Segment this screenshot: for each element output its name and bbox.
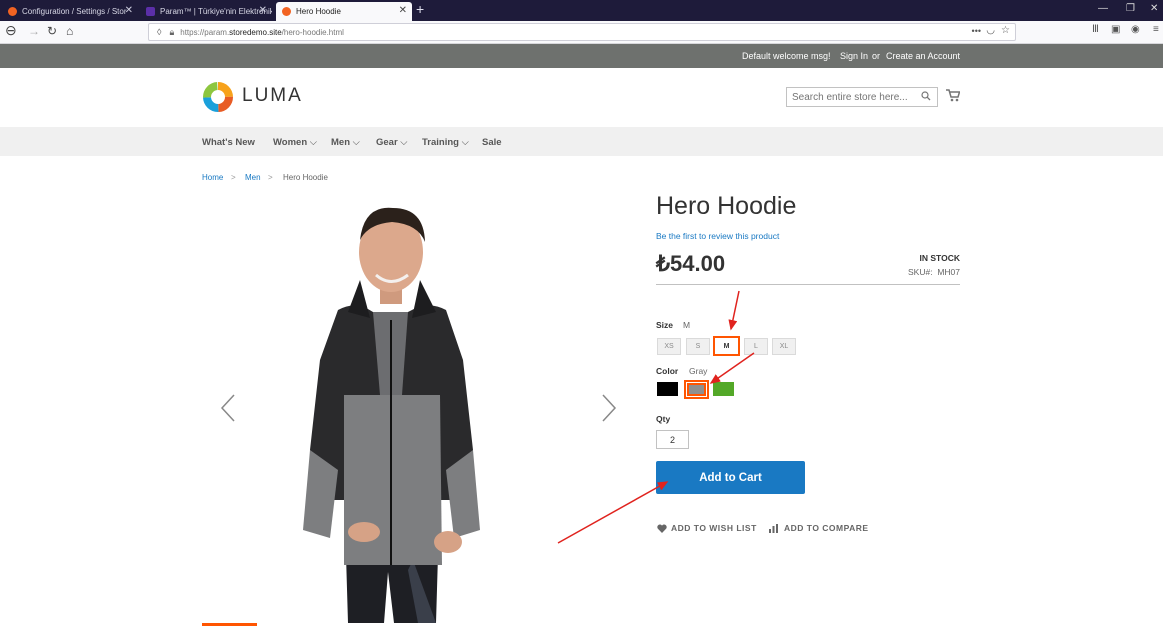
close-icon[interactable]: ✕	[125, 5, 133, 16]
nav-item-men[interactable]: Men ⌵	[331, 137, 360, 148]
size-selected-value: M	[683, 320, 691, 330]
tab-title: Configuration / Settings / Stor	[22, 7, 127, 16]
welcome-message: Default welcome msg!	[742, 51, 831, 61]
color-swatch-gray[interactable]	[684, 380, 709, 399]
sidebar-icon[interactable]: ▣	[1111, 24, 1120, 35]
nav-item-whats-new[interactable]: What's New	[202, 137, 255, 148]
url-text: https://param.storedemo.site/hero-hoodie…	[180, 27, 344, 37]
product-price: ₺54.00	[656, 251, 726, 276]
breadcrumb-men[interactable]: Men	[245, 173, 261, 182]
header-panel: Default welcome msg! Sign In or Create a…	[0, 44, 1163, 68]
magento-favicon-icon	[282, 7, 291, 16]
restore-icon[interactable]: ❐	[1126, 3, 1135, 14]
account-icon[interactable]: ◉	[1131, 24, 1140, 35]
size-swatch-l[interactable]: L	[744, 338, 768, 355]
browser-tab[interactable]: Configuration / Settings / Stor ✕	[2, 2, 138, 21]
chevron-down-icon: ⌵	[400, 137, 408, 148]
annotation-arrow-size	[728, 290, 740, 331]
chevron-down-icon: ⌵	[309, 137, 317, 148]
sign-in-link[interactable]: Sign In	[840, 51, 868, 61]
forward-icon[interactable]: →	[28, 24, 40, 38]
minimize-icon[interactable]: —	[1098, 3, 1108, 14]
divider	[656, 284, 960, 285]
close-icon[interactable]: ✕	[259, 5, 267, 16]
bookmark-star-icon[interactable]: ☆	[1001, 25, 1010, 36]
tab-title: Param™ | Türkiye'nin Elektronik	[160, 7, 272, 16]
lock-icon: 🔒︎	[169, 26, 175, 37]
page-actions-icon[interactable]: •••	[972, 26, 981, 36]
annotation-arrows	[557, 290, 755, 544]
url-bar[interactable]: ◊ 🔒︎ https://param.storedemo.site/hero-h…	[148, 23, 1016, 41]
size-swatch-xl[interactable]: XL	[772, 338, 796, 355]
annotation-arrow-color	[709, 352, 755, 384]
cart-icon[interactable]	[946, 89, 960, 102]
close-window-icon[interactable]: ✕	[1150, 3, 1158, 14]
stock-status: IN STOCK	[919, 253, 960, 263]
product-image[interactable]	[268, 200, 508, 623]
nav-item-training[interactable]: Training ⌵	[422, 137, 469, 148]
color-label: Color	[656, 366, 679, 376]
size-swatch-s[interactable]: S	[686, 338, 710, 355]
pocket-icon[interactable]: ◡	[986, 25, 995, 36]
back-icon[interactable]: ⊖	[5, 22, 17, 39]
create-account-link[interactable]: Create an Account	[886, 51, 960, 61]
gallery-prev-arrow-icon[interactable]	[218, 393, 238, 423]
add-to-cart-button[interactable]: Add to Cart	[656, 461, 805, 494]
nav-item-gear[interactable]: Gear ⌵	[376, 137, 408, 148]
browser-toolbar: ⊖ → ↻ ⌂ ◊ 🔒︎ https://param.storedemo.sit…	[0, 21, 1163, 44]
size-swatch-xs[interactable]: XS	[657, 338, 681, 355]
new-tab-icon[interactable]: +	[416, 1, 424, 17]
gallery-next-arrow-icon[interactable]	[599, 393, 619, 423]
sku: SKU#: MH07	[908, 267, 960, 277]
close-icon[interactable]: ✕	[399, 5, 407, 16]
browser-tab-active[interactable]: Hero Hoodie ✕	[276, 2, 412, 21]
heart-icon	[657, 524, 667, 533]
or-text: or	[872, 51, 881, 61]
logo-text[interactable]: LUMA	[242, 85, 303, 107]
qty-label: Qty	[656, 414, 671, 424]
bar-chart-icon	[769, 523, 778, 533]
luma-logo-icon[interactable]	[203, 82, 233, 112]
add-to-wishlist-link[interactable]: ADD TO WISH LIST	[657, 523, 757, 533]
search-placeholder: Search entire store here...	[792, 92, 908, 103]
breadcrumb-separator: >	[231, 173, 236, 182]
annotation-arrow-cart	[557, 481, 669, 544]
magento-favicon-icon	[8, 7, 17, 16]
library-icon[interactable]: Ⅲ	[1092, 24, 1099, 35]
menu-icon[interactable]: ≡	[1153, 24, 1159, 35]
size-label: Size	[656, 320, 674, 330]
color-swatch-black[interactable]	[657, 382, 678, 396]
product-title: Hero Hoodie	[656, 192, 797, 220]
chevron-down-icon: ⌵	[352, 137, 360, 148]
shield-icon: ◊	[157, 27, 162, 37]
tab-title: Hero Hoodie	[296, 7, 341, 16]
reload-icon[interactable]: ↻	[47, 24, 57, 38]
search-input[interactable]: Search entire store here...	[786, 87, 938, 107]
param-favicon-icon	[146, 7, 155, 16]
qty-input[interactable]: 2	[656, 430, 689, 449]
browser-tab-bar: Configuration / Settings / Stor ✕ Param™…	[0, 0, 1163, 21]
search-icon[interactable]	[921, 91, 931, 101]
color-swatch-green[interactable]	[713, 382, 734, 396]
nav-item-sale[interactable]: Sale	[482, 137, 502, 148]
breadcrumb-separator: >	[268, 173, 273, 182]
nav-item-women[interactable]: Women ⌵	[273, 137, 317, 148]
home-icon[interactable]: ⌂	[66, 24, 73, 38]
add-to-compare-link[interactable]: ADD TO COMPARE	[769, 523, 869, 533]
main-navigation: What's New Women ⌵ Men ⌵ Gear ⌵ Training…	[0, 127, 1163, 156]
size-swatch-m[interactable]: M	[713, 336, 740, 356]
review-link[interactable]: Be the first to review this product	[656, 231, 779, 241]
browser-tab[interactable]: Param™ | Türkiye'nin Elektronik ✕	[140, 2, 272, 21]
breadcrumb-current: Hero Hoodie	[283, 173, 328, 182]
chevron-down-icon: ⌵	[461, 137, 469, 148]
color-selected-value: Gray	[689, 366, 708, 376]
breadcrumb-home[interactable]: Home	[202, 173, 223, 182]
